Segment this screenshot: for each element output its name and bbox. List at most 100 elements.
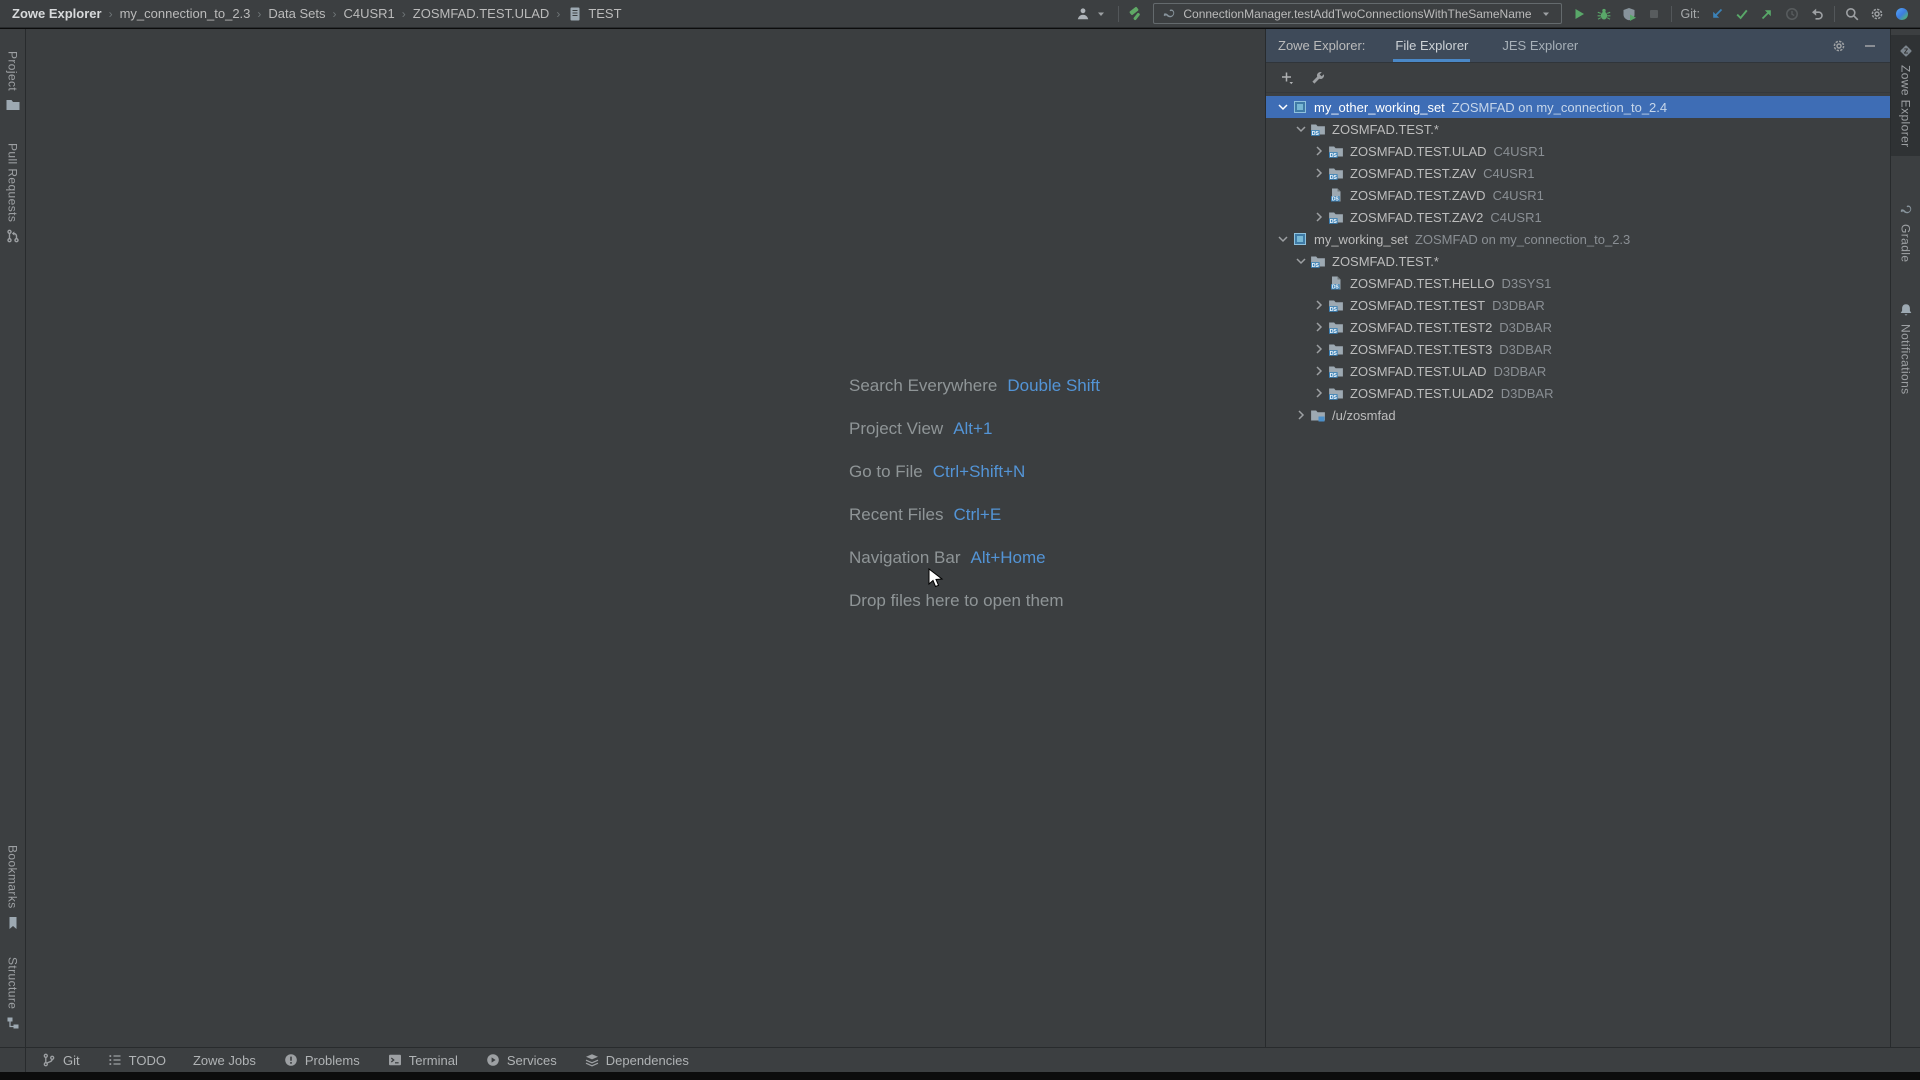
chevron-right-icon[interactable]	[1310, 297, 1327, 313]
chevron-down-icon[interactable]	[1274, 99, 1291, 115]
shortcut-hints: Search EverywhereDouble ShiftProject Vie…	[849, 364, 1100, 622]
toolwindow-button-gradle[interactable]: Gradle	[1891, 194, 1920, 270]
search-icon[interactable]	[1844, 6, 1860, 22]
tree-row[interactable]: DSZOSMFAD.TEST.ZAV2C4USR1	[1266, 206, 1890, 228]
chevron-right-icon[interactable]	[1310, 363, 1327, 379]
shortcut-hint: Go to FileCtrl+Shift+N	[849, 450, 1100, 493]
statusbar-item-zowe-jobs[interactable]: Zowe Jobs	[193, 1053, 256, 1068]
toolbar-separator	[1118, 6, 1119, 22]
rollback-icon[interactable]	[1809, 6, 1825, 22]
shortcut-hint: Recent Files Ctrl+E	[849, 493, 1100, 536]
tree-row[interactable]: my_working_setZOSMFAD on my_connection_t…	[1266, 228, 1890, 250]
shortcut-action-label: Navigation Bar	[849, 548, 961, 568]
statusbar-item-label: Problems	[305, 1053, 360, 1068]
tab-jes-explorer[interactable]: JES Explorer	[1500, 29, 1580, 62]
breadcrumb-item-zosmfad-test-ulad[interactable]: ZOSMFAD.TEST.ULAD	[411, 6, 552, 21]
toolwindow-button-pull-requests[interactable]: Pull Requests	[0, 135, 25, 252]
statusbar-item-git[interactable]: Git	[41, 1052, 80, 1068]
tree-row[interactable]: DSZOSMFAD.TEST.ZAVC4USR1	[1266, 162, 1890, 184]
toolwindow-button-structure[interactable]: Structure	[0, 949, 25, 1039]
dataset-name: ZOSMFAD.TEST.*	[1332, 122, 1439, 137]
toolwindow-button-project[interactable]: Project	[0, 43, 25, 121]
tree-row[interactable]: DSZOSMFAD.TEST.ULADC4USR1	[1266, 140, 1890, 162]
svg-text:DS: DS	[1312, 263, 1320, 269]
settings-icon[interactable]	[1831, 38, 1847, 54]
user-menu-button[interactable]	[1075, 6, 1109, 22]
chevron-right-icon[interactable]	[1310, 341, 1327, 357]
editor-empty-area: Search EverywhereDouble ShiftProject Vie…	[26, 29, 1265, 1047]
panel-header: Zowe Explorer: File Explorer JES Explore…	[1266, 29, 1890, 63]
statusbar-item-todo[interactable]: TODO	[107, 1052, 166, 1068]
tree-row[interactable]: /u/zosmfad	[1266, 404, 1890, 426]
toolwindow-button-bookmarks[interactable]: Bookmarks	[0, 837, 25, 939]
breadcrumb-separator: ›	[556, 7, 560, 21]
chevron-down-icon[interactable]	[1274, 231, 1291, 247]
settings-icon[interactable]	[1869, 6, 1885, 22]
coverage-icon[interactable]	[1621, 6, 1637, 22]
chevron-right-icon[interactable]	[1310, 319, 1327, 335]
shortcut-keys: Ctrl+E	[953, 505, 1001, 525]
todo-icon	[107, 1052, 123, 1068]
debug-icon[interactable]	[1596, 6, 1612, 22]
statusbar-item-terminal[interactable]: Terminal	[387, 1052, 458, 1068]
tree-row[interactable]: DS ZOSMFAD.TEST.*	[1266, 250, 1890, 272]
push-icon[interactable]	[1759, 6, 1775, 22]
run-icon[interactable]	[1571, 6, 1587, 22]
toolwindow-button-notifications[interactable]: Notifications	[1891, 294, 1920, 403]
tree-row[interactable]: DSZOSMFAD.TEST.ULAD2D3DBAR	[1266, 382, 1890, 404]
chevron-down-icon[interactable]	[1292, 121, 1309, 137]
statusbar-item-problems[interactable]: Problems	[283, 1052, 360, 1068]
tree-row[interactable]: DSZOSMFAD.TEST.TESTD3DBAR	[1266, 294, 1890, 316]
breadcrumb-label: Data Sets	[268, 6, 325, 21]
statusbar-item-dependencies[interactable]: Dependencies	[584, 1052, 689, 1068]
breadcrumb-item-data-sets[interactable]: Data Sets	[266, 6, 327, 21]
tree-row[interactable]: DSZOSMFAD.TEST.TEST2D3DBAR	[1266, 316, 1890, 338]
tab-file-explorer[interactable]: File Explorer	[1393, 29, 1470, 62]
history-icon[interactable]	[1784, 6, 1800, 22]
right-toolwindow-strip: ZZowe Explorer Gradle Notifications	[1890, 29, 1920, 1047]
breadcrumb-item-test[interactable]: TEST	[565, 6, 623, 22]
ds-folder-icon: DS	[1327, 209, 1345, 225]
add-icon[interactable]	[1279, 70, 1295, 86]
svg-text:DS: DS	[1330, 395, 1338, 401]
breadcrumb-item-my-connection-to-2-3[interactable]: my_connection_to_2.3	[118, 6, 253, 21]
update-icon[interactable]	[1709, 6, 1725, 22]
dataset-name: ZOSMFAD.TEST.*	[1332, 254, 1439, 269]
chevron-right-icon[interactable]	[1292, 407, 1309, 423]
dataset-name: ZOSMFAD.TEST.ULAD2	[1350, 386, 1494, 401]
tree-row[interactable]: DSZOSMFAD.TEST.ZAVDC4USR1	[1266, 184, 1890, 206]
shortcut-action-label: Recent Files	[849, 505, 943, 525]
wrench-icon[interactable]	[1310, 70, 1326, 86]
ds-folder-icon: DS	[1327, 165, 1345, 181]
tree-row[interactable]: DSZOSMFAD.TEST.TEST3D3DBAR	[1266, 338, 1890, 360]
statusbar-item-services[interactable]: Services	[485, 1052, 557, 1068]
statusbar-item-label: Services	[507, 1053, 557, 1068]
breadcrumb-item-zowe-explorer[interactable]: Zowe Explorer	[10, 6, 104, 21]
tree-row[interactable]: DSZOSMFAD.TEST.HELLOD3SYS1	[1266, 272, 1890, 294]
chevron-right-icon[interactable]	[1310, 143, 1327, 159]
ds-folder-icon: DS	[1327, 143, 1345, 159]
hammer-icon[interactable]	[1128, 6, 1144, 22]
chevron-down-icon[interactable]	[1292, 253, 1309, 269]
svg-text:DS: DS	[1330, 373, 1338, 379]
tree-row[interactable]: DS ZOSMFAD.TEST.*	[1266, 118, 1890, 140]
ds-folder-icon: DS	[1327, 319, 1345, 335]
shortcut-keys: Ctrl+Shift+N	[933, 462, 1026, 482]
tree-row[interactable]: DSZOSMFAD.TEST.ULADD3DBAR	[1266, 360, 1890, 382]
stop-icon[interactable]	[1646, 6, 1662, 22]
breadcrumb-item-c4usr1[interactable]: C4USR1	[341, 6, 396, 21]
hide-icon[interactable]	[1862, 38, 1878, 54]
chevron-right-icon[interactable]	[1310, 209, 1327, 225]
toolwindow-button-label: Notifications	[1899, 324, 1913, 395]
tree-row[interactable]: my_other_working_setZOSMFAD on my_connec…	[1266, 96, 1890, 118]
profile-icon[interactable]	[1894, 6, 1910, 22]
shortcut-keys: Alt+1	[953, 419, 992, 439]
commit-icon[interactable]	[1734, 6, 1750, 22]
ds-folder-icon: DS	[1309, 121, 1327, 137]
dataset-name: ZOSMFAD.TEST.TEST3	[1350, 342, 1492, 357]
chevron-right-icon[interactable]	[1310, 165, 1327, 181]
toolwindow-button-zowe-explorer[interactable]: ZZowe Explorer	[1891, 35, 1920, 156]
chevron-right-icon[interactable]	[1310, 385, 1327, 401]
run-configuration-select[interactable]: ConnectionManager.testAddTwoConnectionsW…	[1153, 3, 1561, 24]
statusbar-item-label: Dependencies	[606, 1053, 689, 1068]
